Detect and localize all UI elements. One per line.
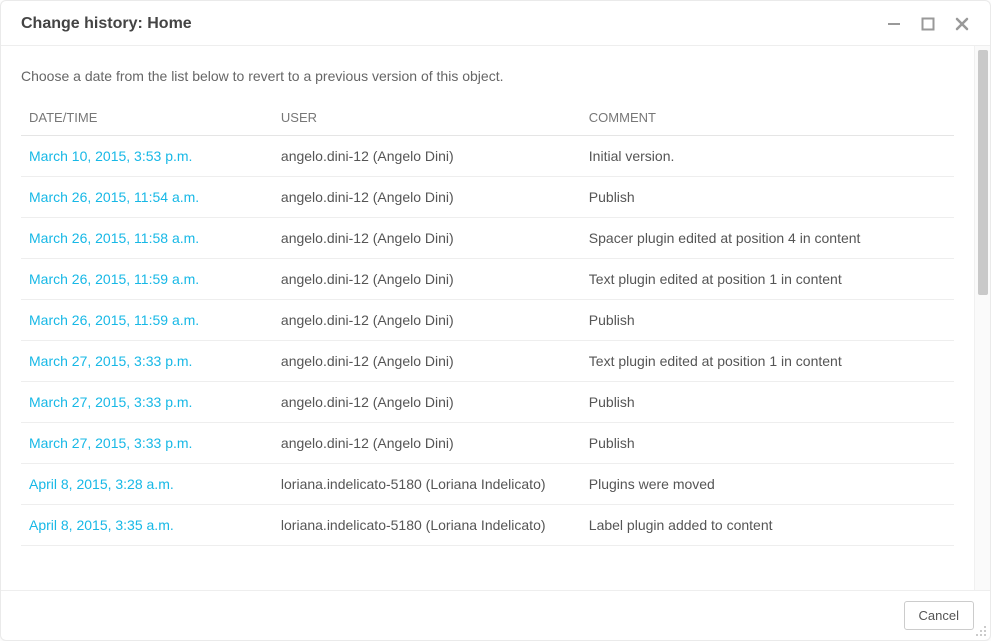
revert-date-link[interactable]: March 10, 2015, 3:53 p.m. [29, 148, 192, 164]
table-row: March 26, 2015, 11:59 a.m. angelo.dini-12… [21, 259, 954, 300]
table-row: March 26, 2015, 11:58 a.m. angelo.dini-12… [21, 218, 954, 259]
comment-cell: Publish [581, 300, 954, 341]
table-row: April 8, 2015, 3:28 a.m. loriana.indelica… [21, 464, 954, 505]
close-icon[interactable] [954, 16, 970, 32]
user-cell: angelo.dini-12 (Angelo Dini) [273, 341, 581, 382]
revert-date-link[interactable]: March 27, 2015, 3:33 p.m. [29, 353, 192, 369]
comment-cell: Publish [581, 423, 954, 464]
titlebar: Change history: Home [1, 1, 990, 46]
modal: Change history: Home Choose a date from … [0, 0, 991, 641]
user-cell: loriana.indelicato-5180 (Loriana Indelic… [273, 464, 581, 505]
col-header-comment: COMMENT [581, 102, 954, 136]
table-row: March 10, 2015, 3:53 p.m. angelo.dini-12 … [21, 136, 954, 177]
scrollbar-thumb[interactable] [978, 50, 988, 295]
user-cell: angelo.dini-12 (Angelo Dini) [273, 218, 581, 259]
revert-date-link[interactable]: March 27, 2015, 3:33 p.m. [29, 394, 192, 410]
comment-cell: Plugins were moved [581, 464, 954, 505]
comment-cell: Publish [581, 382, 954, 423]
table-row: March 27, 2015, 3:33 p.m. angelo.dini-12 … [21, 341, 954, 382]
user-cell: angelo.dini-12 (Angelo Dini) [273, 300, 581, 341]
revert-date-link[interactable]: April 8, 2015, 3:28 a.m. [29, 476, 174, 492]
user-cell: angelo.dini-12 (Angelo Dini) [273, 382, 581, 423]
user-cell: angelo.dini-12 (Angelo Dini) [273, 136, 581, 177]
cancel-button[interactable]: Cancel [904, 601, 974, 630]
comment-cell: Publish [581, 177, 954, 218]
scroll-area[interactable]: Choose a date from the list below to rev… [1, 46, 974, 590]
table-row: March 26, 2015, 11:54 a.m. angelo.dini-12… [21, 177, 954, 218]
col-header-user: USER [273, 102, 581, 136]
user-cell: angelo.dini-12 (Angelo Dini) [273, 423, 581, 464]
resize-grip-icon[interactable] [975, 625, 987, 637]
revert-date-link[interactable]: March 26, 2015, 11:59 a.m. [29, 312, 199, 328]
table-row: April 8, 2015, 3:35 a.m. loriana.indelica… [21, 505, 954, 546]
table-row: March 27, 2015, 3:33 p.m. angelo.dini-12 … [21, 382, 954, 423]
revert-date-link[interactable]: April 8, 2015, 3:35 a.m. [29, 517, 174, 533]
table-row: March 27, 2015, 3:33 p.m. angelo.dini-12 … [21, 423, 954, 464]
comment-cell: Text plugin edited at position 1 in cont… [581, 341, 954, 382]
revert-date-link[interactable]: March 27, 2015, 3:33 p.m. [29, 435, 192, 451]
maximize-icon[interactable] [920, 16, 936, 32]
table-header-row: DATE/TIME USER COMMENT [21, 102, 954, 136]
comment-cell: Text plugin edited at position 1 in cont… [581, 259, 954, 300]
modal-title: Change history: Home [21, 15, 886, 33]
user-cell: angelo.dini-12 (Angelo Dini) [273, 177, 581, 218]
revert-date-link[interactable]: March 26, 2015, 11:54 a.m. [29, 189, 199, 205]
modal-body: Choose a date from the list below to rev… [1, 46, 990, 590]
revert-date-link[interactable]: March 26, 2015, 11:59 a.m. [29, 271, 199, 287]
table-row: March 26, 2015, 11:59 a.m. angelo.dini-12… [21, 300, 954, 341]
revert-date-link[interactable]: March 26, 2015, 11:58 a.m. [29, 230, 199, 246]
minimize-icon[interactable] [886, 16, 902, 32]
comment-cell: Label plugin added to content [581, 505, 954, 546]
user-cell: angelo.dini-12 (Angelo Dini) [273, 259, 581, 300]
comment-cell: Spacer plugin edited at position 4 in co… [581, 218, 954, 259]
history-table: DATE/TIME USER COMMENT March 10, 2015, 3… [21, 102, 954, 546]
window-controls [886, 16, 970, 32]
instruction-text: Choose a date from the list below to rev… [21, 68, 954, 84]
user-cell: loriana.indelicato-5180 (Loriana Indelic… [273, 505, 581, 546]
scrollbar[interactable] [974, 46, 990, 590]
col-header-date: DATE/TIME [21, 102, 273, 136]
comment-cell: Initial version. [581, 136, 954, 177]
modal-footer: Cancel [1, 590, 990, 640]
